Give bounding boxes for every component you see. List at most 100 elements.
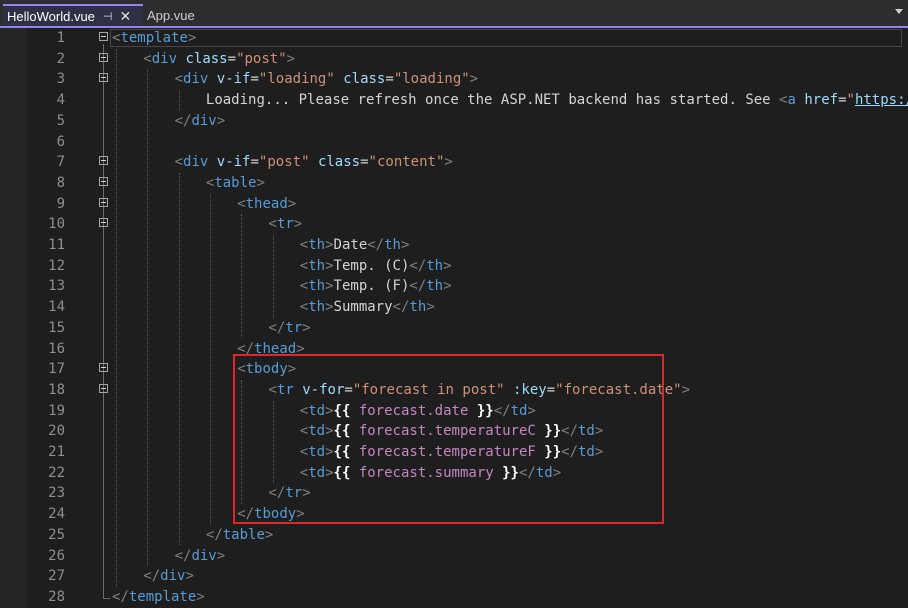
collapse-icon[interactable] [99, 156, 108, 166]
collapse-icon[interactable] [99, 176, 108, 186]
code-text: <th>Temp. (C)</th> [300, 256, 452, 277]
line-number: 11 [48, 237, 65, 253]
line-number: 10 [48, 216, 65, 233]
code-token: template [128, 588, 197, 605]
code-token: v-if [216, 71, 251, 88]
code-token: > [302, 319, 311, 336]
code-text: <div v-if="post" class="content"> [175, 152, 453, 173]
code-line[interactable]: 2 <div class="post"> [0, 49, 908, 70]
code-text: <table> [206, 173, 265, 194]
code-line[interactable]: 14 <th>Summary</th> [0, 297, 908, 318]
code-token[interactable]: https://aka. [855, 92, 908, 108]
tab-app-vue[interactable]: App.vue [144, 4, 237, 27]
code-token: th [426, 257, 444, 274]
code-line[interactable]: 26 </div> [0, 546, 908, 567]
code-line[interactable]: 12 <th>Temp. (C)</th> [0, 256, 908, 277]
tab-helloworld-vue[interactable]: HelloWorld.vue ⊣ ✕ [3, 4, 143, 27]
code-token: Date [333, 237, 368, 253]
close-icon[interactable]: ✕ [120, 8, 132, 25]
code-line[interactable]: 13 <th>Temp. (F)</th> [0, 276, 908, 297]
code-editor[interactable]: 1 <template> 2 <div class="post"> 3 <div v-if… [0, 28, 908, 608]
code-text: <template> [112, 28, 196, 49]
code-token: table [214, 174, 257, 191]
indent-guide [147, 69, 149, 567]
code-token: > [256, 174, 265, 191]
chevron-down-icon[interactable] [895, 9, 903, 14]
code-line[interactable]: 28 </template> [0, 587, 908, 608]
code-token: thead [245, 195, 288, 212]
code-text: <th>Summary</th> [300, 297, 435, 318]
code-token: > [469, 71, 479, 88]
code-token: > [325, 257, 334, 274]
code-token: th [308, 299, 326, 316]
code-token: "loading" [393, 71, 470, 88]
code-token: a [787, 92, 796, 109]
code-token: th [308, 257, 326, 274]
code-token: < [174, 154, 184, 171]
code-token: > [325, 278, 334, 295]
pin-icon[interactable]: ⊣ [103, 10, 113, 23]
line-number: 17 [48, 361, 65, 378]
line-number: 12 [48, 257, 65, 274]
line-number: 23 [48, 485, 65, 502]
collapse-icon[interactable] [99, 363, 108, 373]
code-token: div [191, 112, 217, 129]
code-token: > [264, 526, 274, 543]
code-token: </ [174, 547, 192, 564]
code-token: < [268, 216, 277, 233]
code-token: div [183, 71, 209, 88]
code-editor-window: HelloWorld.vue ⊣ ✕ App.vue 1 <template> 2 <… [0, 0, 908, 608]
tab-label: HelloWorld.vue [7, 9, 95, 24]
code-token: > [443, 257, 452, 274]
collapse-icon[interactable] [99, 197, 108, 207]
code-token: < [299, 237, 309, 253]
code-line[interactable]: 3 <div v-if="loading" class="loading"> [0, 69, 908, 90]
collapse-icon[interactable] [99, 218, 108, 228]
code-line[interactable]: 8 <table> [0, 173, 908, 194]
line-number: 6 [56, 133, 65, 150]
document-tab-strip: HelloWorld.vue ⊣ ✕ App.vue [0, 0, 908, 28]
code-token: th [308, 237, 326, 253]
collapse-icon[interactable] [99, 52, 108, 62]
code-token: th [384, 237, 401, 253]
code-line[interactable]: 11 <th>Date</th> [0, 235, 908, 256]
code-line[interactable]: 9 <thead> [0, 194, 908, 215]
collapse-icon[interactable] [99, 383, 108, 393]
code-token: Temp. (C) [333, 257, 410, 274]
code-line[interactable]: 27 </div> [0, 566, 908, 587]
code-line[interactable]: 15 </tr> [0, 318, 908, 339]
code-line[interactable]: 25 </table> [0, 525, 908, 546]
code-text: </div> [175, 111, 226, 132]
code-token: tr [276, 216, 294, 233]
code-line[interactable]: 7 <div v-if="post" class="content"> [0, 152, 908, 173]
line-number: 3 [56, 71, 65, 88]
line-number: 14 [48, 299, 65, 316]
code-line[interactable]: 4 Loading... Please refresh once the ASP.… [0, 90, 908, 111]
code-token: > [400, 237, 410, 253]
code-token: th [409, 299, 427, 316]
code-token: div [183, 154, 209, 171]
code-line[interactable]: 6 [0, 132, 908, 153]
code-text: </template> [112, 587, 205, 608]
code-token: th [308, 278, 326, 295]
code-token: th [426, 278, 444, 295]
code-line[interactable]: 10 <tr> [0, 214, 908, 235]
code-token: template [120, 30, 188, 46]
collapse-icon[interactable] [99, 73, 108, 83]
code-token: > [286, 50, 296, 67]
line-number: 25 [48, 526, 65, 543]
code-token: = [838, 92, 847, 109]
code-token: table [222, 526, 265, 543]
code-token: </ [409, 278, 427, 295]
code-line[interactable]: 1 <template> [0, 28, 908, 49]
code-text: <div v-if="loading" class="loading"> [175, 69, 479, 90]
code-line[interactable]: 5 </div> [0, 111, 908, 132]
collapse-icon[interactable] [99, 32, 108, 41]
code-token: = [360, 154, 369, 171]
code-token: class [317, 154, 361, 171]
line-number: 15 [48, 319, 65, 336]
